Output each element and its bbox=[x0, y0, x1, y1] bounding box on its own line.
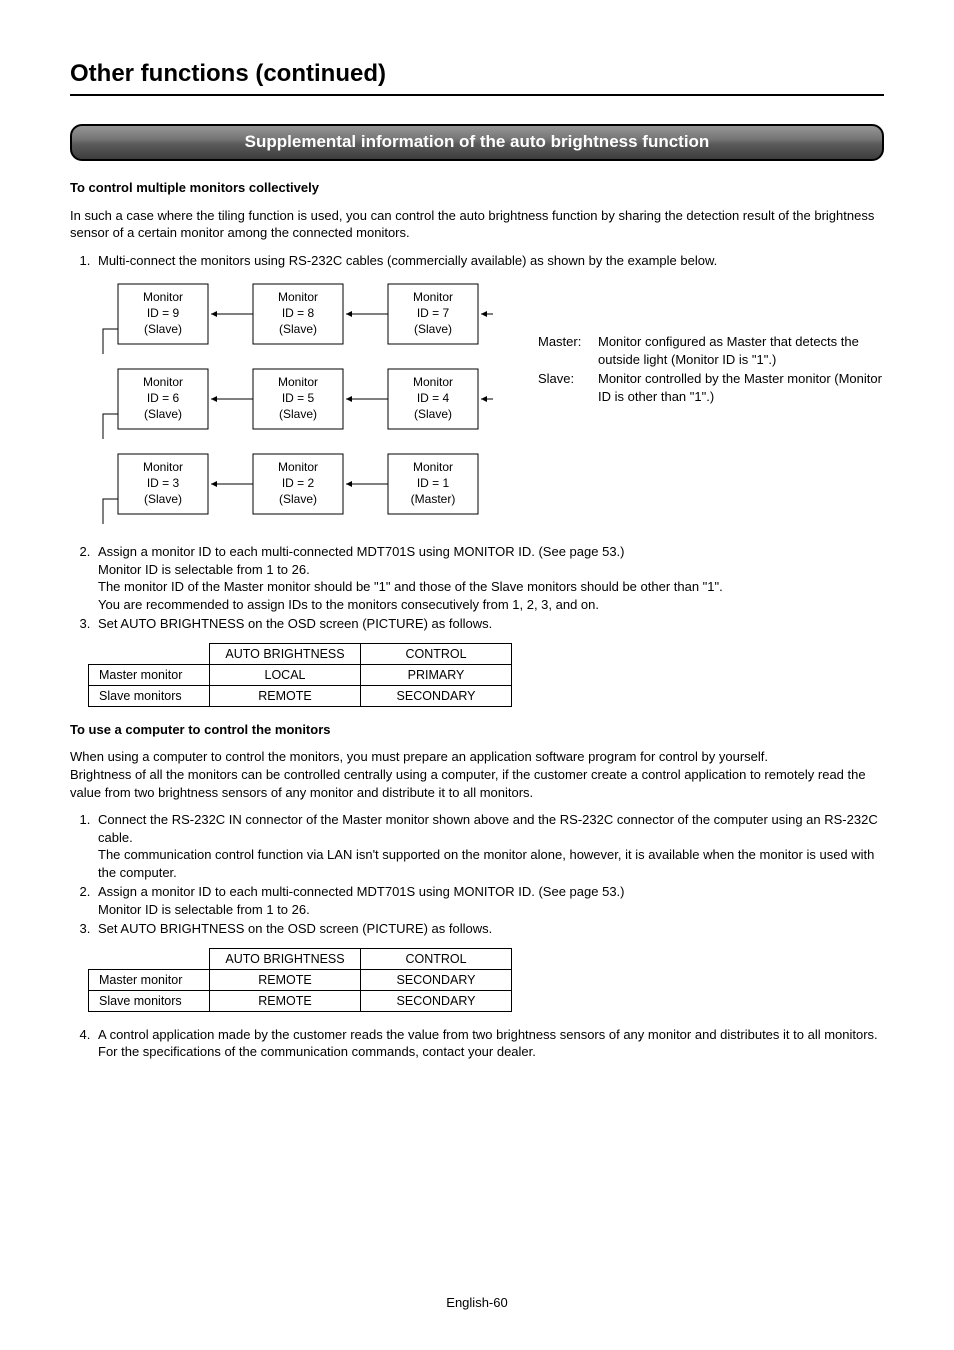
svg-text:(Slave): (Slave) bbox=[414, 322, 452, 336]
sec1-intro: In such a case where the tiling function… bbox=[70, 207, 884, 242]
svg-text:(Slave): (Slave) bbox=[279, 322, 317, 336]
title-rule bbox=[70, 94, 884, 96]
table2-r1c2: SECONDARY bbox=[361, 969, 512, 990]
table2-r2c2: SECONDARY bbox=[361, 990, 512, 1011]
section-banner: Supplemental information of the auto bri… bbox=[70, 124, 884, 161]
svg-text:(Slave): (Slave) bbox=[144, 492, 182, 506]
page-title: Other functions (continued) bbox=[70, 60, 884, 88]
table2-r1: Master monitor bbox=[89, 969, 210, 990]
svg-text:ID = 1: ID = 1 bbox=[417, 476, 450, 490]
table1-r2: Slave monitors bbox=[89, 685, 210, 706]
svg-text:Monitor: Monitor bbox=[413, 290, 453, 304]
svg-text:ID = 5: ID = 5 bbox=[282, 391, 315, 405]
sec1-list-cont: Assign a monitor ID to each multi-connec… bbox=[70, 543, 884, 633]
svg-text:ID = 7: ID = 7 bbox=[417, 306, 450, 320]
sec2-p2: Brightness of all the monitors can be co… bbox=[70, 766, 884, 801]
sec1-step2b: Monitor ID is selectable from 1 to 26. bbox=[98, 562, 310, 577]
table1-r2c1: REMOTE bbox=[210, 685, 361, 706]
table2-h1: AUTO BRIGHTNESS bbox=[210, 948, 361, 969]
svg-text:ID = 2: ID = 2 bbox=[282, 476, 315, 490]
sec2-step1: Connect the RS-232C IN connector of the … bbox=[94, 811, 884, 881]
table2-r2: Slave monitors bbox=[89, 990, 210, 1011]
legend-master-text: Monitor configured as Master that detect… bbox=[598, 333, 884, 368]
legend-slave-text: Monitor controlled by the Master monitor… bbox=[598, 370, 884, 405]
sec1-heading: To control multiple monitors collectivel… bbox=[70, 179, 884, 197]
svg-text:(Slave): (Slave) bbox=[279, 492, 317, 506]
table1: AUTO BRIGHTNESS CONTROL Master monitor L… bbox=[88, 643, 512, 707]
monitor-diagram: Monitor ID = 9 (Slave) Monitor ID = 8 (S… bbox=[88, 279, 498, 529]
svg-text:(Slave): (Slave) bbox=[144, 407, 182, 421]
sec2-heading: To use a computer to control the monitor… bbox=[70, 721, 884, 739]
table2: AUTO BRIGHTNESS CONTROL Master monitor R… bbox=[88, 948, 512, 1012]
sec1-step2: Assign a monitor ID to each multi-connec… bbox=[94, 543, 884, 613]
svg-text:(Slave): (Slave) bbox=[279, 407, 317, 421]
svg-text:(Slave): (Slave) bbox=[144, 322, 182, 336]
svg-text:Monitor: Monitor bbox=[413, 375, 453, 389]
sec1-list: Multi-connect the monitors using RS-232C… bbox=[70, 252, 884, 270]
page-number: English-60 bbox=[0, 1295, 954, 1310]
sec2-list-cont: A control application made by the custom… bbox=[70, 1026, 884, 1061]
sec1-step2c: The monitor ID of the Master monitor sho… bbox=[98, 579, 723, 594]
svg-text:ID = 6: ID = 6 bbox=[147, 391, 180, 405]
svg-text:Monitor: Monitor bbox=[143, 460, 183, 474]
sec1-step2a: Assign a monitor ID to each multi-connec… bbox=[98, 544, 625, 559]
table2-r2c1: REMOTE bbox=[210, 990, 361, 1011]
svg-text:ID = 3: ID = 3 bbox=[147, 476, 180, 490]
svg-text:Monitor: Monitor bbox=[278, 290, 318, 304]
svg-text:ID = 4: ID = 4 bbox=[417, 391, 450, 405]
svg-text:Monitor: Monitor bbox=[143, 375, 183, 389]
sec2-list: Connect the RS-232C IN connector of the … bbox=[70, 811, 884, 938]
sec1-step2d: You are recommended to assign IDs to the… bbox=[98, 597, 599, 612]
sec2-step1a: Connect the RS-232C IN connector of the … bbox=[98, 812, 878, 845]
legend: Master: Monitor configured as Master tha… bbox=[538, 333, 884, 407]
svg-text:Monitor: Monitor bbox=[413, 460, 453, 474]
legend-slave-label: Slave: bbox=[538, 370, 598, 405]
table1-r1c1: LOCAL bbox=[210, 664, 361, 685]
svg-text:ID = 9: ID = 9 bbox=[147, 306, 180, 320]
svg-text:(Slave): (Slave) bbox=[414, 407, 452, 421]
sec2-step2b: Monitor ID is selectable from 1 to 26. bbox=[98, 902, 310, 917]
table1-h2: CONTROL bbox=[361, 643, 512, 664]
sec2-p1: When using a computer to control the mon… bbox=[70, 748, 884, 766]
sec2-step2a: Assign a monitor ID to each multi-connec… bbox=[98, 884, 625, 899]
table2-h2: CONTROL bbox=[361, 948, 512, 969]
sec1-step3: Set AUTO BRIGHTNESS on the OSD screen (P… bbox=[94, 615, 884, 633]
sec2-step4: A control application made by the custom… bbox=[94, 1026, 884, 1061]
table1-r1c2: PRIMARY bbox=[361, 664, 512, 685]
svg-text:Monitor: Monitor bbox=[278, 375, 318, 389]
svg-text:ID = 8: ID = 8 bbox=[282, 306, 315, 320]
legend-master-label: Master: bbox=[538, 333, 598, 368]
svg-text:Monitor: Monitor bbox=[278, 460, 318, 474]
sec2-step1b: The communication control function via L… bbox=[98, 847, 874, 880]
table1-h1: AUTO BRIGHTNESS bbox=[210, 643, 361, 664]
svg-text:Monitor: Monitor bbox=[143, 290, 183, 304]
svg-text:(Master): (Master) bbox=[411, 492, 456, 506]
sec2-step2: Assign a monitor ID to each multi-connec… bbox=[94, 883, 884, 918]
table2-r1c1: REMOTE bbox=[210, 969, 361, 990]
sec1-step1: Multi-connect the monitors using RS-232C… bbox=[94, 252, 884, 270]
sec2-step3: Set AUTO BRIGHTNESS on the OSD screen (P… bbox=[94, 920, 884, 938]
table1-r1: Master monitor bbox=[89, 664, 210, 685]
table1-r2c2: SECONDARY bbox=[361, 685, 512, 706]
